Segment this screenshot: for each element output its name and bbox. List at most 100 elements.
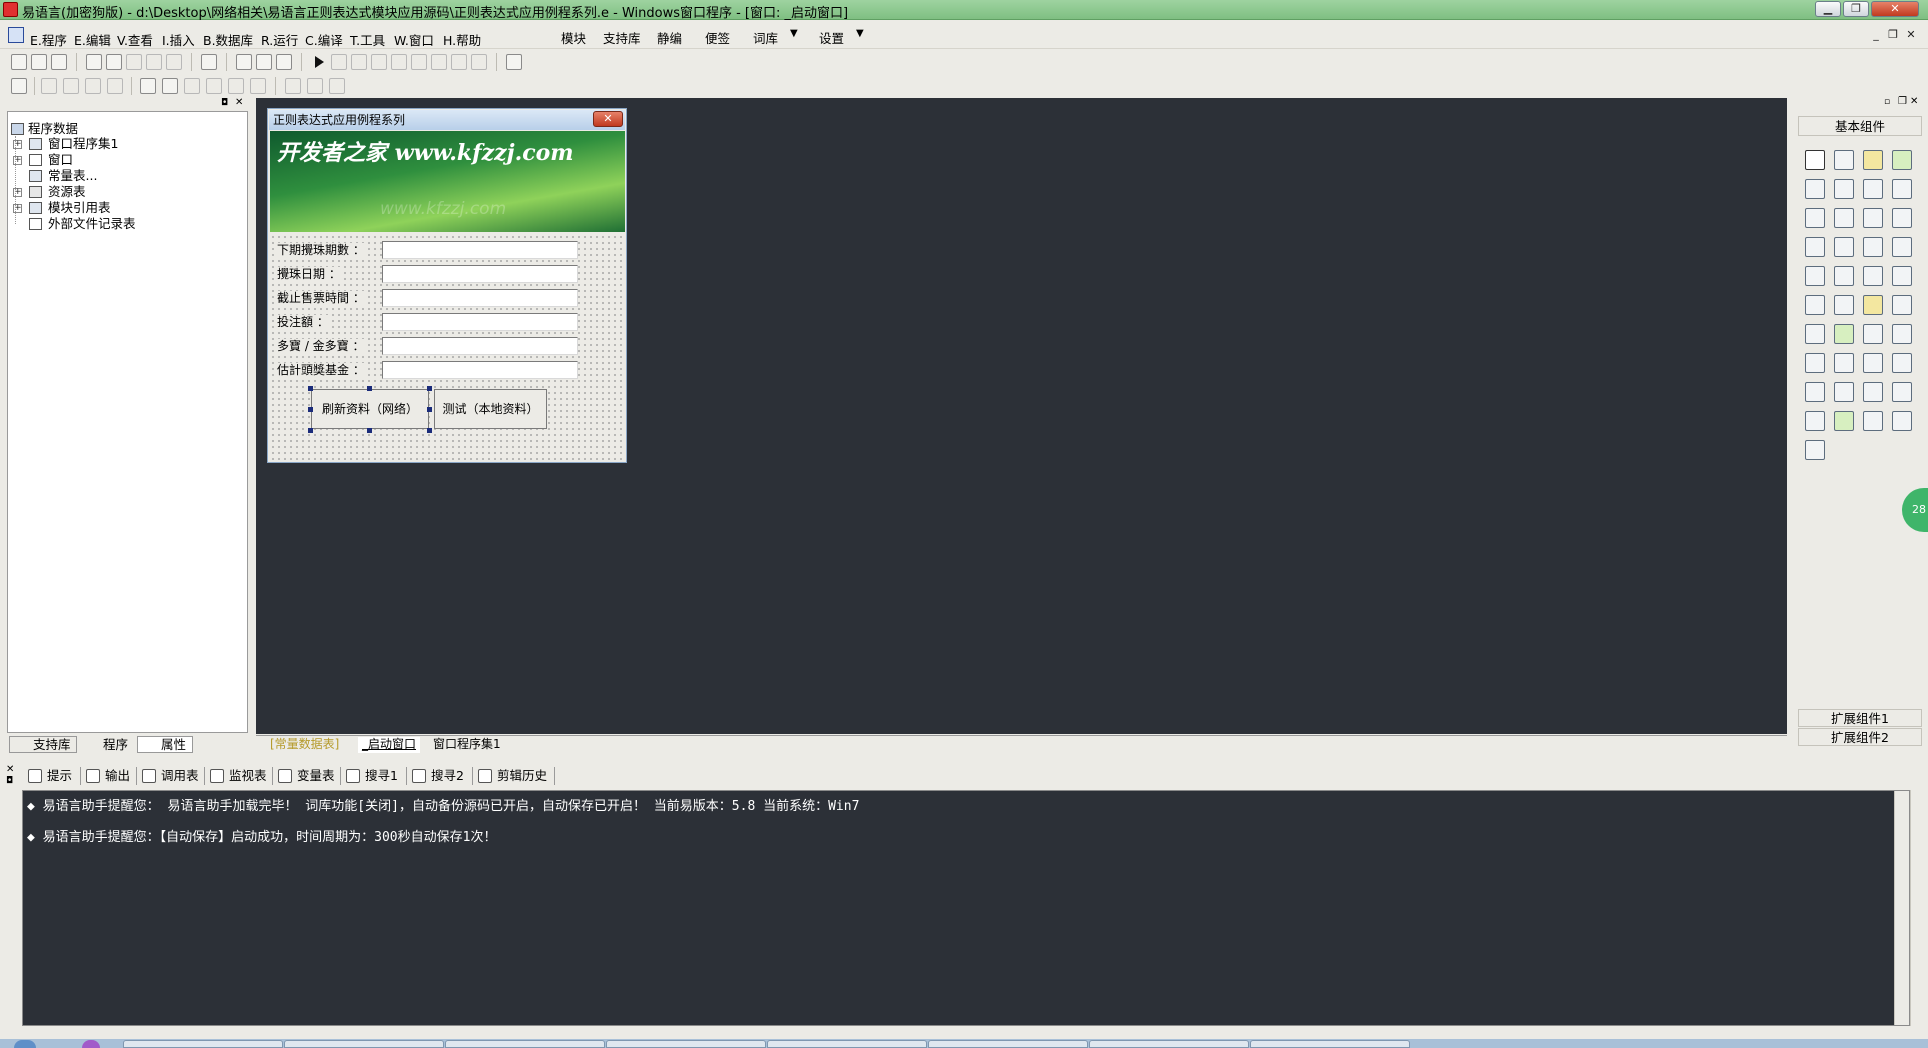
label-jackpot-snowball[interactable]: 多寶 / 金多寶 ： — [277, 339, 365, 353]
label-next-draw-no[interactable]: 下期攪珠期數 ： — [277, 243, 365, 257]
selection-handle[interactable] — [427, 407, 432, 412]
close-icon[interactable]: ✕ — [1910, 96, 1918, 107]
dock-scrollbar[interactable] — [1910, 790, 1928, 1026]
label-draw-date[interactable]: 攪珠日期 ： — [277, 267, 341, 281]
server-icon[interactable] — [1805, 382, 1825, 402]
taskbar-item[interactable] — [928, 1040, 1088, 1048]
tree-root[interactable]: 程序数据 — [28, 121, 78, 137]
mdi-close-button[interactable]: ✕ — [1904, 29, 1918, 43]
center-vertical-icon[interactable] — [162, 78, 178, 94]
form-designer-window[interactable]: 正则表达式应用例程系列 ✕ 开发者之家 www.kfzzj.com www.kf… — [267, 108, 627, 463]
listview-icon[interactable] — [1892, 324, 1912, 344]
tree-item-window[interactable]: 窗口 — [48, 152, 73, 168]
shape-icon[interactable] — [1892, 150, 1912, 170]
minimize-button[interactable]: ▁ — [1815, 1, 1841, 17]
tab-variables[interactable]: 变量表 — [278, 768, 335, 784]
step-into-icon[interactable] — [371, 54, 387, 70]
hscroll-icon[interactable] — [1834, 237, 1854, 257]
pin-icon[interactable]: ◘ — [221, 98, 228, 108]
tree-item-module-refs[interactable]: 模块引用表 — [48, 200, 111, 216]
tab-call-stack[interactable]: 调用表 — [142, 768, 199, 784]
stop-icon[interactable] — [331, 54, 347, 70]
taskbar-item[interactable] — [1250, 1040, 1410, 1048]
start-button[interactable] — [14, 1040, 36, 1048]
extension-components-1[interactable]: 扩展组件1 — [1798, 709, 1922, 727]
breakpoint-icon[interactable] — [431, 54, 447, 70]
taskbar-item[interactable] — [123, 1040, 283, 1048]
menu-module[interactable]: 模块 — [561, 28, 586, 47]
output-scrollbar[interactable] — [1894, 791, 1909, 1025]
align-top-icon[interactable] — [85, 78, 101, 94]
step-over-icon[interactable] — [391, 54, 407, 70]
undo-icon[interactable] — [146, 54, 162, 70]
splitter-icon[interactable] — [1863, 324, 1883, 344]
open-file-icon[interactable] — [31, 54, 47, 70]
taskbar-item[interactable] — [1089, 1040, 1249, 1048]
close-icon[interactable]: ✕ — [6, 764, 14, 775]
step-icon[interactable] — [351, 54, 367, 70]
menu-compile[interactable]: C.编译 — [305, 30, 343, 49]
input-turnover[interactable] — [382, 313, 578, 331]
groupbox-icon[interactable] — [1834, 179, 1854, 199]
center-horizontal-icon[interactable] — [140, 78, 156, 94]
grid-icon[interactable] — [11, 78, 27, 94]
database-icon[interactable] — [1805, 411, 1825, 431]
maximize-button[interactable]: ❐ — [1843, 1, 1869, 17]
selection-handle[interactable] — [308, 386, 313, 391]
redo-icon[interactable] — [166, 54, 182, 70]
clock-icon[interactable] — [1805, 353, 1825, 373]
input-estimated-prize-fund[interactable] — [382, 361, 578, 379]
selection-handle[interactable] — [427, 386, 432, 391]
menu-program[interactable]: E.程序 — [30, 30, 67, 49]
label-estimated-prize-fund[interactable]: 估計頭獎基金 ： — [277, 363, 365, 377]
menu-help[interactable]: H.帮助 — [443, 30, 481, 49]
document-icon[interactable] — [1892, 295, 1912, 315]
edit-box-icon[interactable] — [1805, 179, 1825, 199]
checklist-icon[interactable] — [1805, 237, 1825, 257]
find-icon[interactable] — [201, 54, 217, 70]
menu-view[interactable]: V.查看 — [117, 30, 153, 49]
treeview-icon[interactable] — [1834, 324, 1854, 344]
tab-window-assembly[interactable]: 窗口程序集1 — [433, 737, 501, 753]
selection-handle[interactable] — [367, 386, 372, 391]
chevron-down-icon[interactable]: ▼ — [790, 28, 798, 39]
tab-control-icon[interactable] — [1834, 266, 1854, 286]
form-close-button[interactable]: ✕ — [593, 111, 623, 127]
input-next-draw-no[interactable] — [382, 241, 578, 259]
progressbar-icon[interactable] — [1892, 237, 1912, 257]
label-turnover[interactable]: 投注額 ： — [277, 315, 329, 329]
mdi-restore-button[interactable]: ❐ — [1886, 29, 1900, 43]
text-icon[interactable] — [1863, 179, 1883, 199]
tab-properties[interactable]: 属性 — [137, 736, 193, 753]
tree-item-constants[interactable]: 常量表... — [48, 168, 97, 184]
tab-startup-window[interactable]: _启动窗口 — [358, 737, 421, 753]
checkbox-icon[interactable] — [1805, 208, 1825, 228]
taskbar-app-icon[interactable] — [82, 1040, 100, 1048]
radio-icon[interactable] — [1834, 208, 1854, 228]
tab-tips[interactable]: 提示 — [28, 768, 72, 784]
listbox-icon[interactable] — [1892, 208, 1912, 228]
network-client-icon[interactable] — [1892, 353, 1912, 373]
vscroll-icon[interactable] — [1863, 237, 1883, 257]
refresh-network-button[interactable]: 刷新资料（网络） — [311, 389, 429, 429]
port-icon[interactable] — [1834, 382, 1854, 402]
db-provider-icon[interactable] — [1834, 411, 1854, 431]
close-icon[interactable]: ✕ — [235, 97, 243, 108]
menu-support-lib[interactable]: 支持库 — [603, 28, 641, 47]
test-local-button[interactable]: 测试（本地资料） — [434, 389, 547, 429]
tree-item-window-assembly[interactable]: 窗口程序集1 — [48, 136, 118, 152]
layout-bottom-icon[interactable] — [256, 54, 272, 70]
size-height-icon[interactable] — [307, 78, 323, 94]
run-icon[interactable] — [311, 54, 327, 70]
odbc-db-icon[interactable] — [1805, 440, 1825, 460]
statusbar-icon[interactable] — [1834, 295, 1854, 315]
menu-settings[interactable]: 设置 — [819, 28, 844, 47]
button-icon[interactable] — [1863, 295, 1883, 315]
tab-constants-data[interactable]: [常量数据表] — [270, 737, 339, 753]
close-button[interactable]: ✕ — [1871, 1, 1919, 17]
form-canvas[interactable]: 下期攪珠期數 ： 攪珠日期 ： 截止售票時間 ： 投注額 ： 多寶 / 金多寶 … — [270, 234, 625, 461]
pin-icon[interactable]: ▫ — [1884, 97, 1890, 107]
input-draw-date[interactable] — [382, 265, 578, 283]
same-width-icon[interactable] — [184, 78, 200, 94]
odbc-icon[interactable] — [1892, 411, 1912, 431]
